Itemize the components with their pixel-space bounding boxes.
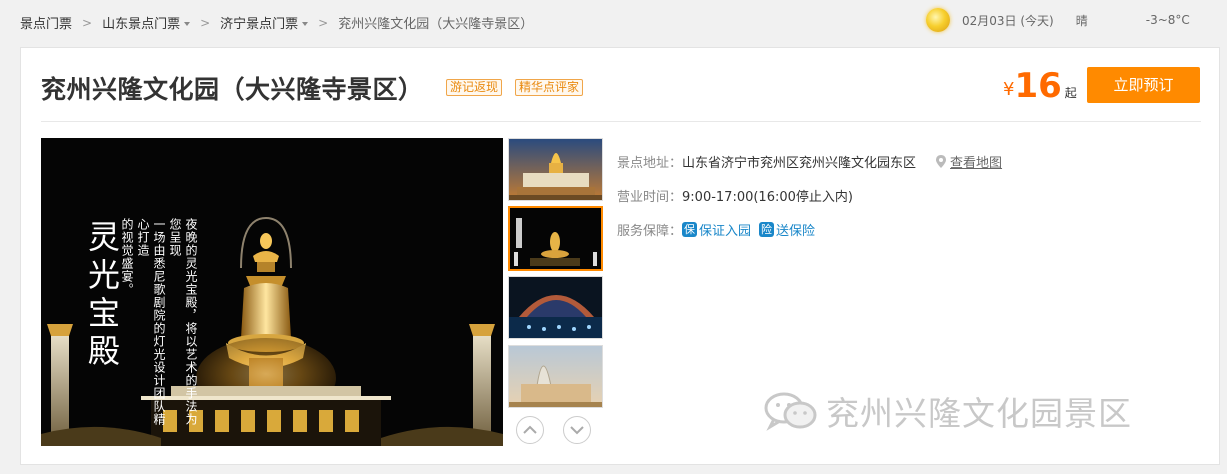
caption-line: 夜晚的灵光宝殿，将以艺术的手法为您呈现	[168, 218, 198, 426]
weather-condition: 晴	[1075, 13, 1088, 28]
top-bar: 景点门票 > 山东景点门票 > 济宁景点门票 > 兖州兴隆文化园（大兴隆寺景区）…	[0, 0, 1227, 44]
address-row: 景点地址： 山东省济宁市兖州区兖州兴隆文化园东区 查看地图	[617, 152, 1002, 171]
price: ¥16 起	[1003, 66, 1077, 106]
thumbnail[interactable]	[508, 138, 603, 201]
map-pin-icon	[936, 155, 947, 168]
caption-line: 一场由悉尼歌剧院的灯光设计团队精心打造	[136, 218, 166, 426]
weather-date: 02月03日 (今天)	[962, 13, 1054, 28]
watermark: 兖州兴隆文化园景区	[762, 387, 1132, 435]
chevron-up-icon	[523, 425, 537, 434]
thumbnail-image	[510, 208, 601, 269]
shield-icon: 保	[682, 222, 698, 237]
breadcrumb-tickets[interactable]: 景点门票	[20, 13, 72, 32]
book-now-button[interactable]: 立即预订	[1087, 67, 1200, 103]
thumbnail-active[interactable]	[508, 206, 603, 271]
price-amount: 16	[1014, 66, 1062, 106]
thumbnail[interactable]	[508, 276, 603, 339]
thumbnail-image	[509, 139, 602, 200]
breadcrumb-separator: >	[318, 15, 329, 30]
hours-value: 9:00-17:00(16:00停止入内)	[682, 190, 853, 205]
chevron-down-icon	[570, 426, 584, 435]
insurance-icon: 险	[759, 222, 775, 237]
service-row: 服务保障： 保 保证入园 险 送保险	[617, 220, 823, 239]
caret-down-icon	[184, 21, 191, 26]
service-guaranteed-entry[interactable]: 保 保证入园	[682, 220, 751, 239]
service-free-insurance[interactable]: 险 送保险	[759, 220, 815, 239]
thumbnail[interactable]	[508, 345, 603, 408]
tag-travelogue-cashback[interactable]: 游记返现	[446, 79, 503, 96]
weather-temperature: -3~8°C	[1145, 13, 1190, 27]
price-currency: ¥	[1003, 79, 1015, 100]
next-thumbnail-button[interactable]	[563, 416, 591, 444]
hours-label: 营业时间：	[617, 190, 683, 205]
view-map-link[interactable]: 查看地图	[936, 152, 1002, 171]
breadcrumb-label: 山东景点门票	[102, 17, 181, 32]
caption-line: 的视觉盛宴。	[120, 218, 134, 296]
weather-widget: 02月03日 (今天) 晴 -3~8°C	[926, 8, 1190, 32]
hours-row: 营业时间： 9:00-17:00(16:00停止入内)	[617, 186, 853, 205]
wechat-icon	[764, 392, 817, 431]
caret-down-icon	[302, 21, 309, 26]
address-value: 山东省济宁市兖州区兖州兴隆文化园东区	[682, 156, 917, 171]
view-map-label: 查看地图	[950, 156, 1003, 171]
breadcrumb-current: 兖州兴隆文化园（大兴隆寺景区）	[338, 17, 534, 32]
service-label: 服务保障：	[617, 224, 683, 239]
price-suffix: 起	[1064, 86, 1077, 100]
divider	[41, 121, 1201, 122]
breadcrumb-label: 济宁景点门票	[220, 17, 299, 32]
breadcrumb-separator: >	[200, 15, 211, 30]
breadcrumb-label: 景点门票	[20, 17, 73, 32]
watermark-text: 兖州兴隆文化园景区	[826, 394, 1132, 433]
main-photo[interactable]: 灵光宝殿 夜晚的灵光宝殿，将以艺术的手法为您呈现 一场由悉尼歌剧院的灯光设计团队…	[41, 138, 503, 446]
thumbnail-image	[509, 277, 602, 338]
breadcrumb: 景点门票 > 山东景点门票 > 济宁景点门票 > 兖州兴隆文化园（大兴隆寺景区）	[20, 13, 534, 33]
photo-caption-text: 夜晚的灵光宝殿，将以艺术的手法为您呈现 一场由悉尼歌剧院的灯光设计团队精心打造 …	[119, 218, 199, 428]
attraction-title: 兖州兴隆文化园（大兴隆寺景区）	[41, 75, 424, 104]
thumbnail-image	[509, 346, 602, 407]
service-text: 送保险	[776, 224, 816, 239]
tag-expert-reviewer[interactable]: 精华点评家	[515, 79, 584, 96]
sun-icon	[926, 8, 950, 32]
breadcrumb-shandong[interactable]: 山东景点门票	[102, 13, 191, 32]
breadcrumb-jining[interactable]: 济宁景点门票	[220, 13, 309, 32]
prev-thumbnail-button[interactable]	[516, 416, 544, 444]
service-text: 保证入园	[699, 224, 752, 239]
address-label: 景点地址：	[617, 156, 683, 171]
breadcrumb-separator: >	[82, 15, 93, 30]
